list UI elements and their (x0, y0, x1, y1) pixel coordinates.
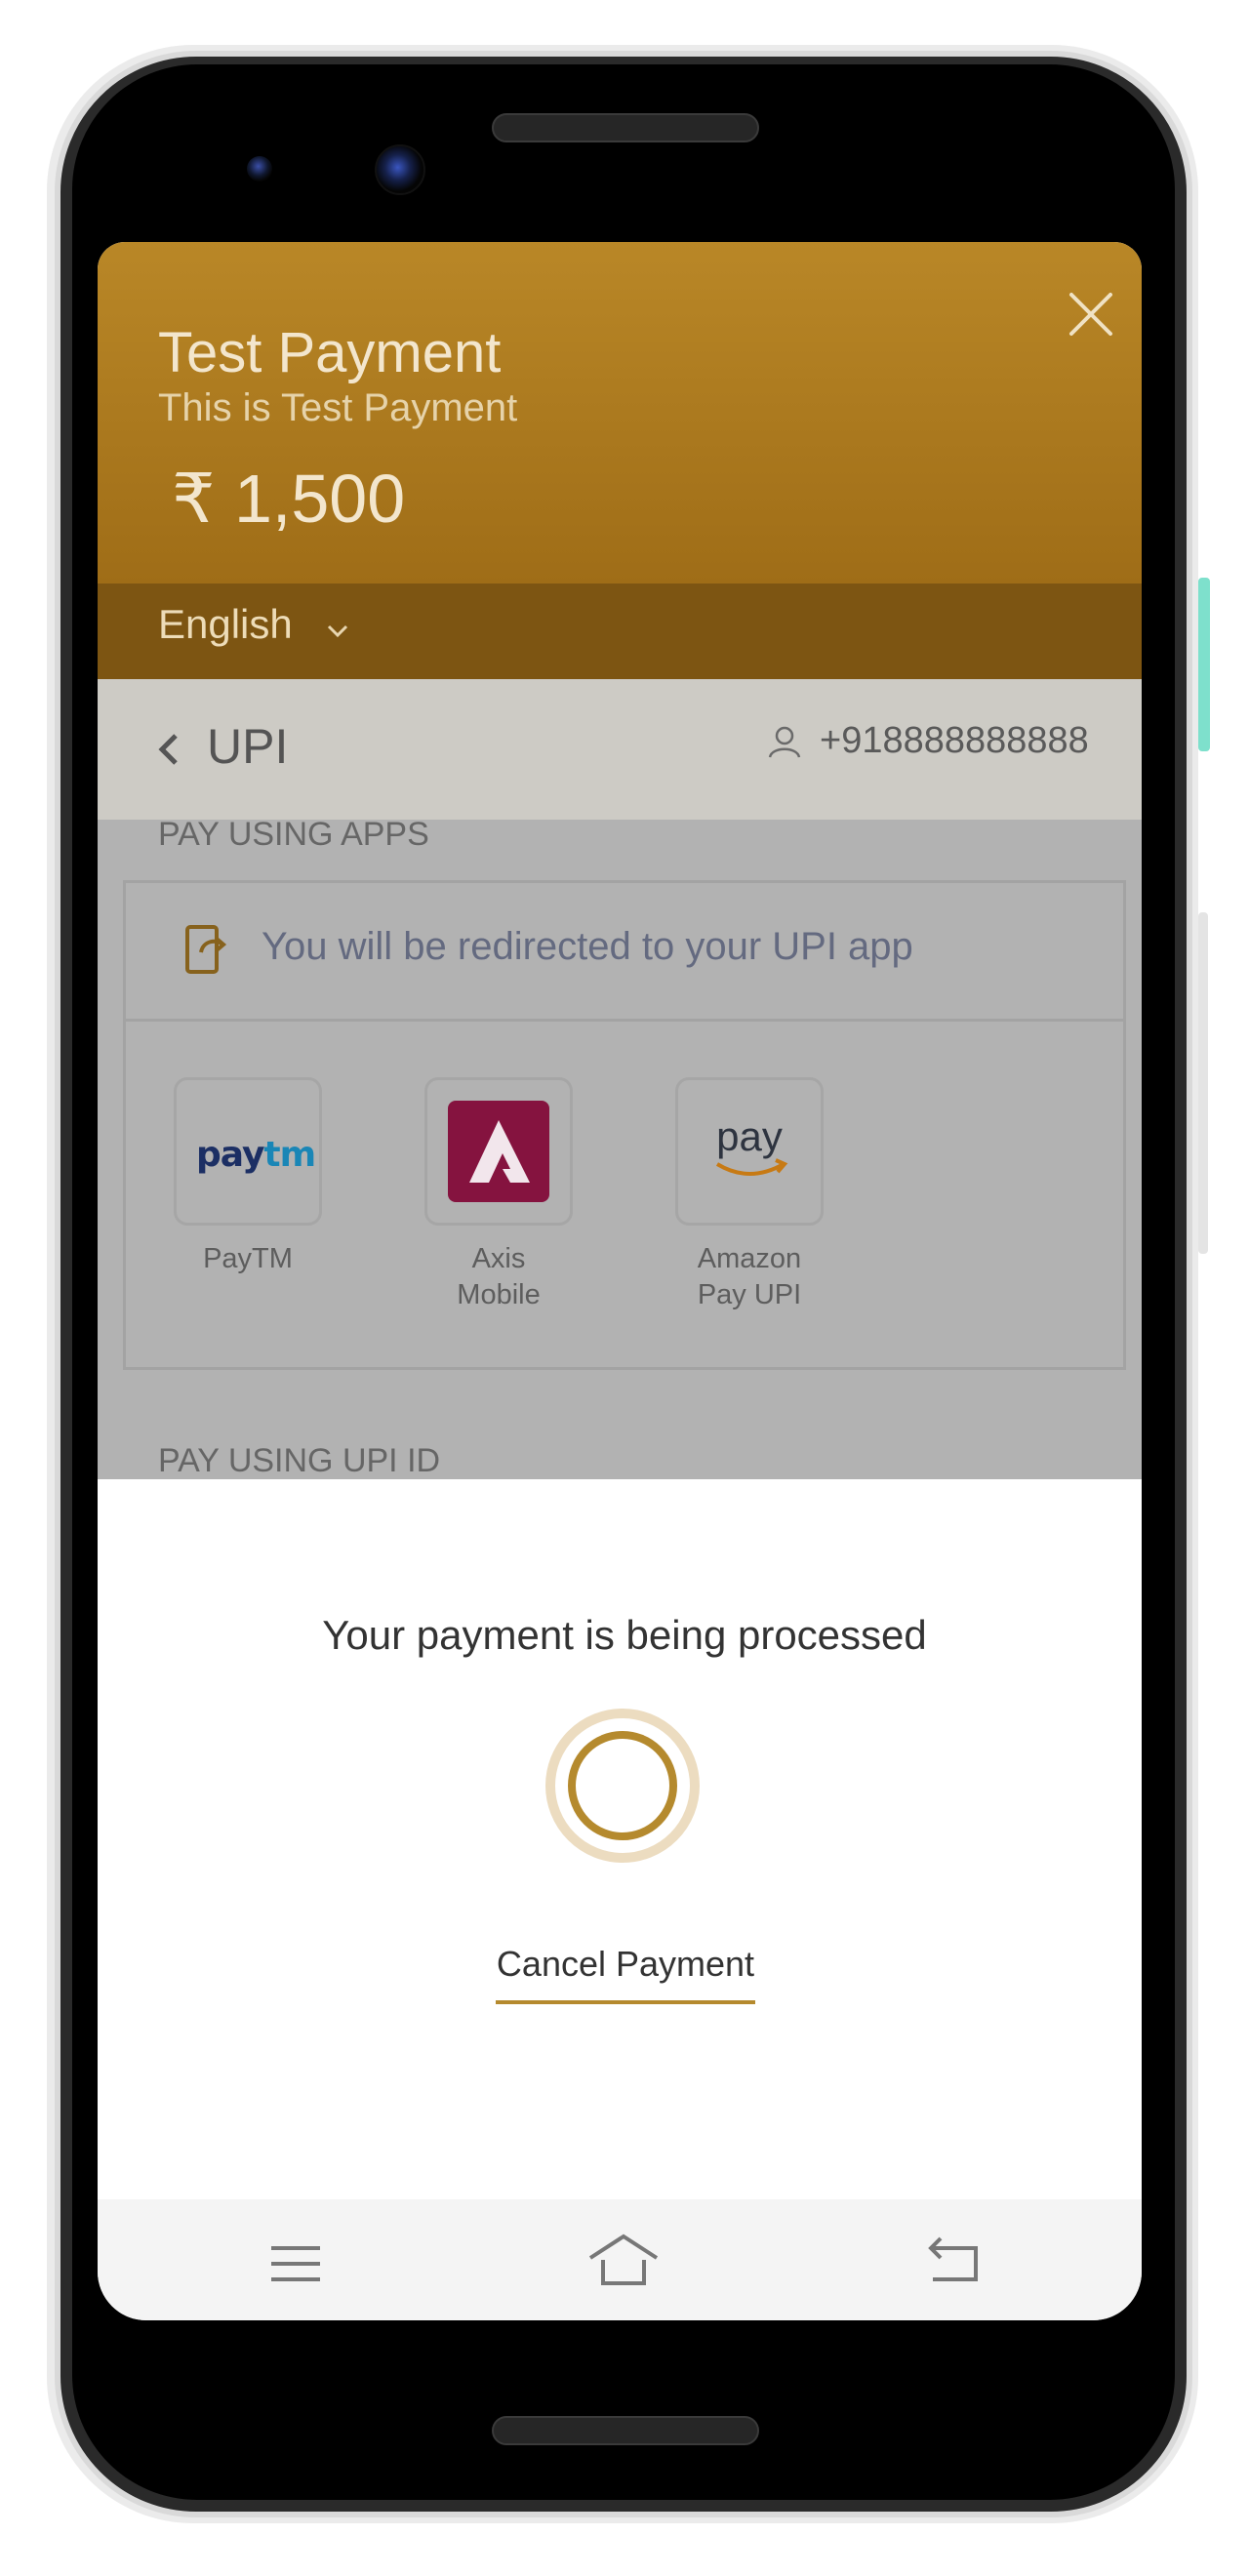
cancel-payment-button[interactable]: Cancel Payment (496, 1944, 755, 2004)
paytm-label: PayTM (203, 1243, 293, 1274)
volume-button[interactable] (1198, 912, 1208, 1254)
front-sensor-icon (247, 156, 272, 181)
back-icon[interactable] (925, 2236, 982, 2283)
home-icon[interactable] (587, 2233, 660, 2287)
power-button[interactable] (1198, 578, 1210, 751)
payment-subtitle: This is Test Payment (158, 386, 518, 429)
earpiece-speaker (492, 113, 759, 142)
bottom-speaker (492, 2416, 759, 2445)
svg-text:pay: pay (716, 1113, 783, 1159)
amazon-pay-logo: pay (715, 1113, 788, 1176)
section-heading-apps: PAY USING APPS (158, 816, 429, 853)
front-camera-icon (375, 144, 425, 195)
payment-amount: ₹ 1,500 (172, 461, 406, 537)
close-icon[interactable] (1064, 287, 1118, 342)
chevron-left-icon[interactable] (156, 730, 181, 769)
user-icon (768, 726, 801, 758)
redirect-message: You will be redirected to your UPI app (262, 925, 913, 968)
axis-mobile-app-button[interactable] (424, 1077, 573, 1226)
processing-message: Your payment is being processed (322, 1612, 927, 1658)
divider (123, 1019, 1126, 1022)
loading-spinner-icon (545, 1709, 700, 1863)
axis-mobile-label: Axis Mobile (457, 1243, 541, 1310)
paytm-logo: paytm (196, 1135, 316, 1175)
redirect-app-icon (185, 925, 227, 974)
menu-icon[interactable] (269, 2242, 322, 2285)
paytm-app-button[interactable]: paytm (174, 1077, 322, 1226)
section-heading-upi-id: PAY USING UPI ID (158, 1442, 441, 1479)
axis-logo (448, 1101, 549, 1202)
amazon-pay-app-button[interactable]: pay (675, 1077, 824, 1226)
phone-number: +918888888888 (820, 720, 1089, 761)
payment-title: Test Payment (158, 321, 502, 384)
amazon-pay-label: Amazon Pay UPI (697, 1243, 802, 1310)
chevron-down-icon[interactable] (324, 617, 351, 644)
phone-screen: Test Payment This is Test Payment ₹ 1,50… (98, 242, 1142, 2320)
language-label[interactable]: English (158, 601, 293, 648)
upi-title: UPI (207, 719, 289, 774)
